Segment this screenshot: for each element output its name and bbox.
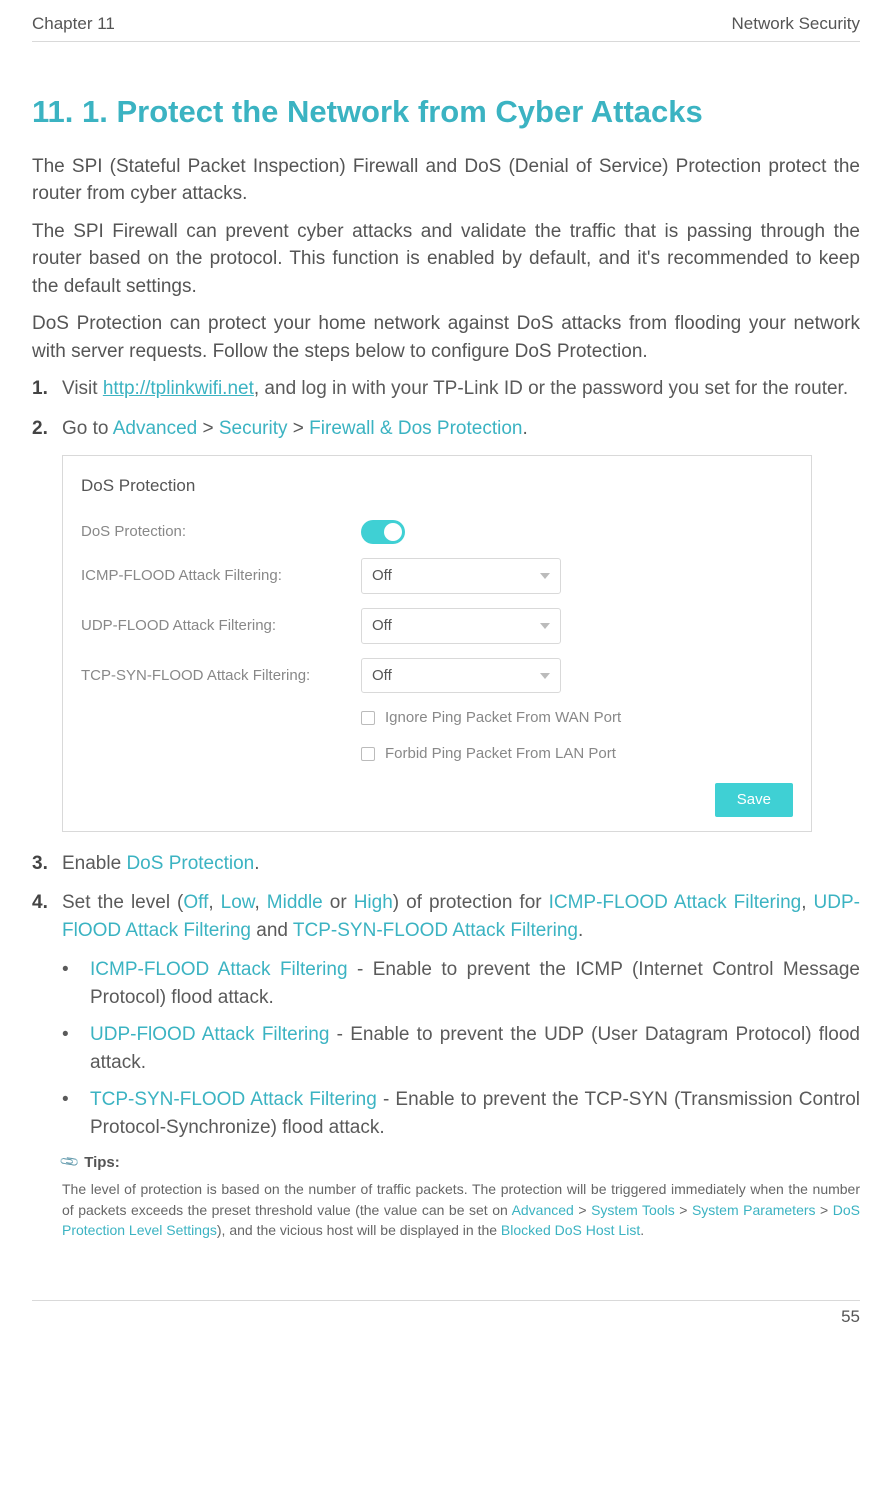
tcp-filter-dropdown[interactable]: Off	[361, 658, 561, 694]
ignore-wan-ping-checkbox[interactable]	[361, 711, 375, 725]
chevron-down-icon	[540, 573, 550, 579]
page-number: 55	[841, 1307, 860, 1326]
forbid-lan-ping-checkbox[interactable]	[361, 747, 375, 761]
step-text: Visit	[62, 378, 103, 399]
dropdown-value: Off	[372, 565, 392, 587]
nav-security: Security	[219, 418, 288, 439]
level-off: Off	[183, 892, 208, 913]
dropdown-value: Off	[372, 615, 392, 637]
tplink-url-link[interactable]: http://tplinkwifi.net	[103, 378, 254, 399]
section-title: 11. 1. Protect the Network from Cyber At…	[32, 90, 860, 135]
paperclip-icon: 📎	[58, 1150, 83, 1175]
panel-title: DoS Protection	[81, 474, 793, 499]
chevron-down-icon	[540, 623, 550, 629]
step-number: 4.	[32, 889, 62, 944]
step-2: 2. Go to Advanced > Security > Firewall …	[32, 415, 860, 443]
topic-label: Network Security	[732, 12, 860, 37]
bullet-label: ICMP-FLOOD Attack Filtering	[90, 959, 348, 980]
nav-advanced: Advanced	[113, 418, 198, 439]
dos-protection-label: DoS Protection:	[81, 521, 361, 543]
nav-system-tools: System Tools	[591, 1202, 675, 1218]
ignore-wan-ping-label: Ignore Ping Packet From WAN Port	[385, 707, 621, 729]
level-high: High	[354, 892, 393, 913]
intro-paragraph-3: DoS Protection can protect your home net…	[32, 310, 860, 365]
step-text: Go to	[62, 418, 113, 439]
udp-filter-label: UDP-FLOOD Attack Filtering:	[81, 615, 361, 637]
step-3: 3. Enable DoS Protection.	[32, 850, 860, 878]
page-header: Chapter 11 Network Security	[32, 12, 860, 42]
tips-label: Tips:	[84, 1152, 120, 1174]
save-button[interactable]: Save	[715, 783, 793, 817]
icmp-filter-dropdown[interactable]: Off	[361, 558, 561, 594]
chapter-label: Chapter 11	[32, 12, 115, 37]
intro-paragraph-2: The SPI Firewall can prevent cyber attac…	[32, 218, 860, 301]
dos-protection-term: DoS Protection	[126, 853, 254, 874]
forbid-lan-ping-label: Forbid Ping Packet From LAN Port	[385, 743, 616, 765]
icmp-term: ICMP-FLOOD Attack Filtering	[549, 892, 802, 913]
step-number: 2.	[32, 415, 62, 443]
nav-firewall: Firewall & Dos Protection	[309, 418, 522, 439]
icmp-filter-label: ICMP-FLOOD Attack Filtering:	[81, 565, 361, 587]
bullet-label: UDP-FlOOD Attack Filtering	[90, 1024, 329, 1045]
nav-system-parameters: System Parameters	[692, 1202, 816, 1218]
step-1: 1. Visit http://tplinkwifi.net, and log …	[32, 375, 860, 403]
bullet-udp: • UDP-FlOOD Attack Filtering - Enable to…	[62, 1021, 860, 1076]
dos-protection-toggle[interactable]	[361, 520, 405, 544]
step-number: 1.	[32, 375, 62, 403]
tips-heading: 📎 Tips:	[62, 1152, 860, 1174]
dos-protection-screenshot: DoS Protection DoS Protection: ICMP-FLOO…	[62, 455, 812, 832]
udp-filter-dropdown[interactable]: Off	[361, 608, 561, 644]
step-text: , and log in with your TP-Link ID or the…	[254, 378, 848, 399]
bullet-label: TCP-SYN-FLOOD Attack Filtering	[90, 1089, 377, 1110]
intro-paragraph-1: The SPI (Stateful Packet Inspection) Fir…	[32, 153, 860, 208]
bullet-icon: •	[62, 956, 90, 1011]
bullet-icmp: • ICMP-FLOOD Attack Filtering - Enable t…	[62, 956, 860, 1011]
bullet-icon: •	[62, 1086, 90, 1141]
chevron-down-icon	[540, 673, 550, 679]
level-low: Low	[221, 892, 255, 913]
dropdown-value: Off	[372, 665, 392, 687]
tcp-filter-label: TCP-SYN-FLOOD Attack Filtering:	[81, 665, 361, 687]
step-4: 4. Set the level (Off, Low, Middle or Hi…	[32, 889, 860, 944]
bullet-icon: •	[62, 1021, 90, 1076]
step-text: Enable	[62, 853, 126, 874]
nav-advanced: Advanced	[512, 1202, 574, 1218]
blocked-host-list: Blocked DoS Host List	[501, 1222, 640, 1238]
tips-body: The level of protection is based on the …	[62, 1179, 860, 1240]
step-number: 3.	[32, 850, 62, 878]
bullet-tcp: • TCP-SYN-FLOOD Attack Filtering - Enabl…	[62, 1086, 860, 1141]
tcp-term: TCP-SYN-FLOOD Attack Filtering	[293, 920, 578, 941]
page-footer: 55	[32, 1300, 860, 1330]
level-middle: Middle	[267, 892, 323, 913]
